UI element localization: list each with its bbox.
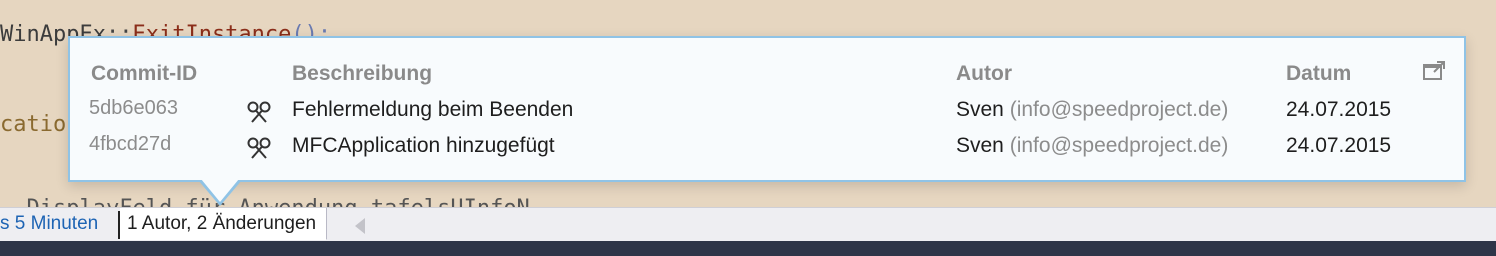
- commit-description: MFCApplication hinzugefügt: [292, 134, 555, 157]
- author-name: Sven: [956, 98, 1004, 121]
- table-row[interactable]: 5db6e063 Fehlermeldung beim Beenden Sven…: [70, 97, 1464, 132]
- scroll-left-arrow-icon[interactable]: [355, 218, 365, 234]
- popout-icon[interactable]: [1422, 60, 1446, 82]
- author-email[interactable]: (info@speedproject.de): [1010, 134, 1229, 157]
- column-header-description: Beschreibung: [292, 62, 433, 85]
- code-line: catio: [0, 112, 67, 137]
- column-header-author: Autor: [956, 62, 1012, 85]
- commit-author: Sven (info@speedproject.de): [956, 98, 1228, 122]
- commit-id[interactable]: 4fbcd27d: [89, 133, 171, 156]
- popup-pointer-fill: [201, 179, 239, 202]
- author-name: Sven: [956, 134, 1004, 157]
- commit-icon: [247, 101, 271, 123]
- commit-date: 24.07.2015: [1286, 98, 1392, 121]
- commit-date: 24.07.2015: [1286, 134, 1392, 157]
- commit-id[interactable]: 5db6e063: [89, 97, 178, 120]
- column-header-commit-id: Commit-ID: [91, 62, 198, 85]
- author-email[interactable]: (info@speedproject.de): [1010, 98, 1229, 121]
- last-change-time-link[interactable]: s 5 Minuten: [0, 213, 98, 235]
- code-line: DisplayFeld für Anwendung.tafelsUInfoN: [0, 196, 529, 207]
- commit-description: Fehlermeldung beim Beenden: [292, 98, 574, 121]
- status-bar: [0, 241, 1496, 256]
- table-row[interactable]: 4fbcd27d MFCApplication hinzugefügt Sven…: [70, 133, 1464, 168]
- commit-history-popup: Commit-ID Beschreibung Autor Datum 5db6e…: [68, 36, 1466, 182]
- codelens-bar: s 5 Minuten 1 Autor, 2 Änderungen: [0, 207, 1496, 242]
- commit-author: Sven (info@speedproject.de): [956, 134, 1228, 158]
- authors-changes-link[interactable]: 1 Autor, 2 Änderungen: [120, 208, 328, 240]
- column-header-date: Datum: [1286, 62, 1352, 85]
- commit-icon: [247, 137, 271, 159]
